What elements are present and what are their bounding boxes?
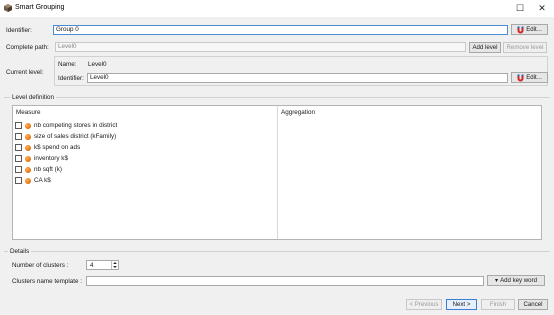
list-item: inventory k$ bbox=[15, 153, 275, 164]
maximize-icon: ☐ bbox=[515, 3, 525, 13]
measure-label: CA k$ bbox=[34, 177, 51, 184]
clusters-count-spinner[interactable]: 4 bbox=[86, 260, 119, 270]
spin-down-icon[interactable] bbox=[113, 266, 117, 268]
add-keyword-button[interactable]: ▾ Add key word bbox=[487, 275, 545, 286]
spin-up-icon[interactable] bbox=[113, 262, 117, 264]
details-separator bbox=[4, 251, 550, 252]
measure-list: nb competing stores in district size of … bbox=[15, 120, 275, 186]
template-label: Clusters name template : bbox=[12, 278, 82, 285]
list-item: nb competing stores in district bbox=[15, 120, 275, 131]
level-definition-title: Level definition bbox=[10, 94, 57, 101]
template-input[interactable] bbox=[86, 276, 484, 286]
measure-checkbox[interactable] bbox=[15, 144, 22, 151]
magnet-icon bbox=[517, 26, 524, 33]
measure-dot-icon bbox=[25, 166, 31, 173]
level-name-label: Name: bbox=[58, 61, 77, 68]
title-bar: Smart Grouping ☐ ✕ bbox=[0, 0, 554, 17]
measure-dot-icon bbox=[25, 155, 31, 162]
identifier-edit-label: Edit... bbox=[526, 26, 542, 33]
measure-dot-icon bbox=[25, 122, 31, 129]
complete-path-label: Complete path: bbox=[6, 44, 49, 51]
measure-checkbox[interactable] bbox=[15, 155, 22, 162]
identifier-input[interactable]: Group 0 bbox=[53, 25, 508, 35]
spinner-arrows[interactable] bbox=[111, 261, 118, 269]
column-header-measure: Measure bbox=[16, 109, 41, 116]
magnet-icon bbox=[517, 74, 524, 81]
measure-label: k$ spend on ads bbox=[34, 144, 81, 151]
list-item: k$ spend on ads bbox=[15, 142, 275, 153]
previous-button[interactable]: < Previous bbox=[406, 299, 442, 310]
column-header-aggregation: Aggregation bbox=[281, 109, 315, 116]
cancel-button[interactable]: Cancel bbox=[518, 299, 548, 310]
complete-path-field: Level0 bbox=[55, 42, 466, 52]
clusters-count-value: 4 bbox=[90, 262, 94, 269]
current-level-label: Current level: bbox=[6, 69, 44, 76]
next-button[interactable]: Next > bbox=[446, 299, 477, 310]
measure-label: inventory k$ bbox=[34, 155, 68, 162]
level-edit-label: Edit... bbox=[526, 74, 542, 81]
list-item: nb sqft (k) bbox=[15, 164, 275, 175]
dropdown-arrow-icon: ▾ bbox=[495, 277, 499, 284]
measure-checkbox[interactable] bbox=[15, 177, 22, 184]
maximize-button[interactable]: ☐ bbox=[510, 0, 530, 17]
level-identifier-input[interactable]: Level0 bbox=[87, 73, 508, 83]
table-column-divider bbox=[277, 106, 278, 239]
level-edit-button[interactable]: Edit... bbox=[511, 72, 548, 83]
measure-label: size of sales district (kFamily) bbox=[34, 133, 117, 140]
add-keyword-label: Add key word bbox=[500, 277, 537, 284]
details-title: Details bbox=[8, 248, 32, 255]
list-item: size of sales district (kFamily) bbox=[15, 131, 275, 142]
measure-checkbox[interactable] bbox=[15, 166, 22, 173]
measure-dot-icon bbox=[25, 144, 31, 151]
measure-dot-icon bbox=[25, 177, 31, 184]
measure-label: nb sqft (k) bbox=[34, 166, 62, 173]
level-definition-separator bbox=[4, 97, 550, 98]
remove-level-button[interactable]: Remove level bbox=[503, 42, 547, 53]
level-identifier-label: Identifier: bbox=[58, 75, 84, 82]
list-item: CA k$ bbox=[15, 175, 275, 186]
measure-checkbox[interactable] bbox=[15, 133, 22, 140]
identifier-label: Identifier: bbox=[6, 27, 32, 34]
measure-label: nb competing stores in district bbox=[34, 122, 118, 129]
identifier-edit-button[interactable]: Edit... bbox=[511, 24, 548, 35]
measure-dot-icon bbox=[25, 133, 31, 140]
level-name-value: Level0 bbox=[88, 61, 107, 68]
window-title: Smart Grouping bbox=[15, 4, 65, 11]
app-cube-icon bbox=[4, 4, 12, 12]
close-button[interactable]: ✕ bbox=[532, 0, 552, 17]
add-level-button[interactable]: Add level bbox=[469, 42, 501, 53]
close-icon: ✕ bbox=[538, 3, 546, 13]
finish-button[interactable]: Finish bbox=[481, 299, 515, 310]
measure-checkbox[interactable] bbox=[15, 122, 22, 129]
clusters-count-label: Number of clusters : bbox=[12, 262, 69, 269]
